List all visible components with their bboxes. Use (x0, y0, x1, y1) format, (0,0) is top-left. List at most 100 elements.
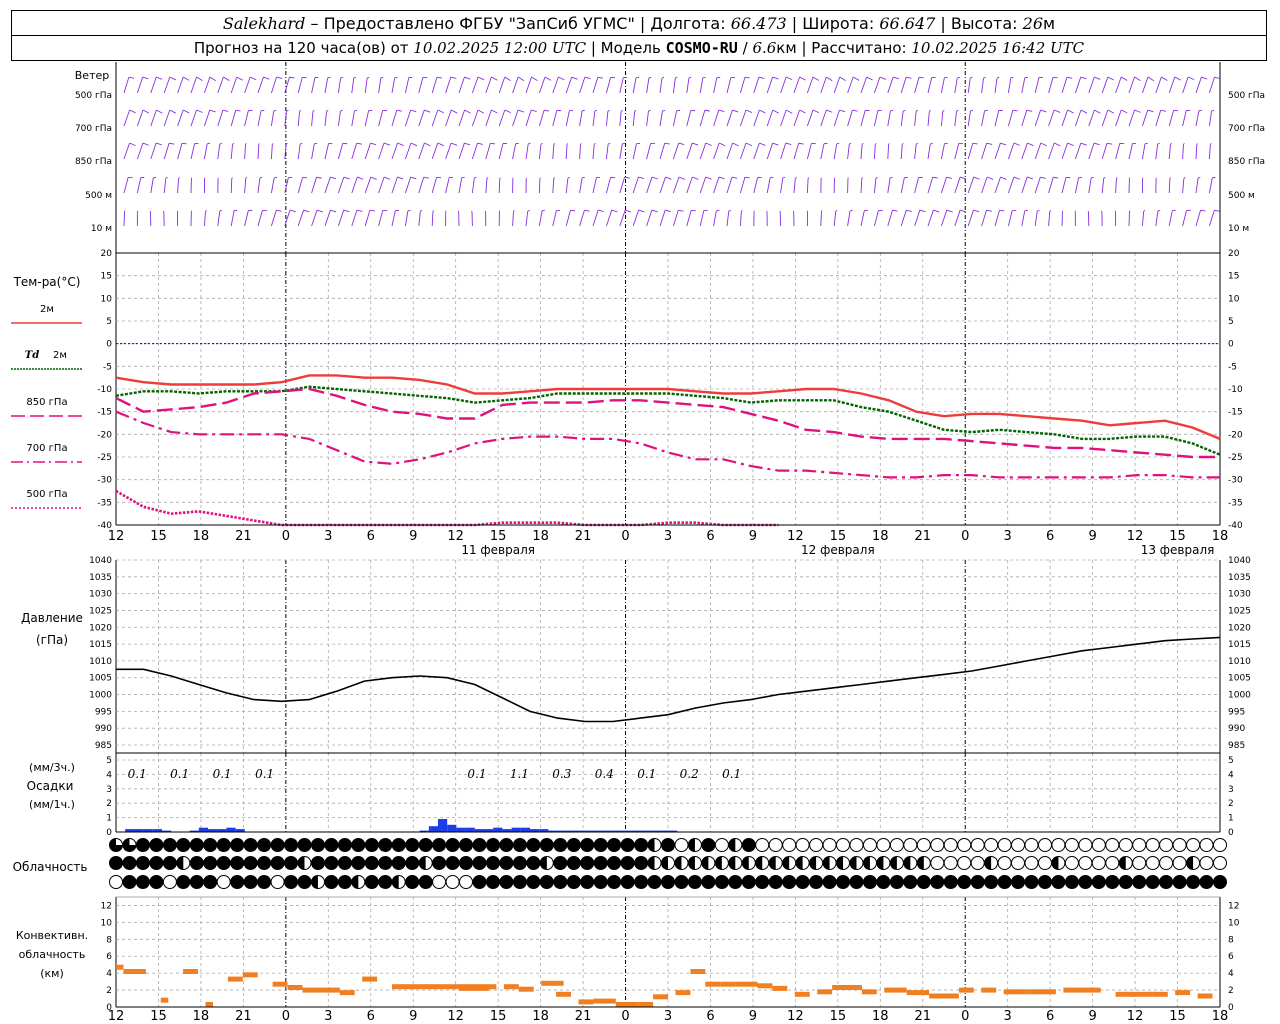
wind-barb (270, 177, 275, 194)
wind-barb-feather (1169, 177, 1171, 179)
cloud-symbol (1199, 838, 1214, 852)
temp-tick-right: 10 (1228, 294, 1240, 304)
wind-barb (686, 110, 692, 127)
cloud-symbol (499, 856, 514, 870)
pressure-tick-left: 1020 (89, 623, 112, 633)
hour-label: 6 (367, 529, 375, 544)
cloud-half-fill (742, 856, 749, 870)
wind-barb (1115, 143, 1121, 160)
cloud-symbol (297, 838, 312, 852)
wind-barb (914, 177, 920, 194)
cloud-symbol (270, 838, 285, 852)
wind-barb-feather (1049, 210, 1052, 212)
wind-barb-feather (1026, 109, 1033, 112)
wind-barb (1088, 142, 1095, 160)
wind-barb-feather (553, 143, 556, 145)
wind-barb (337, 176, 345, 194)
wind-barb-feather (731, 176, 738, 179)
wind-barb-feather (196, 76, 203, 82)
wind-barb (806, 143, 812, 160)
day-label: 13 февраля (1141, 543, 1215, 557)
wind-barb (1101, 178, 1105, 194)
wind-barb (605, 209, 613, 227)
cloud-symbol (472, 875, 487, 889)
cloud-symbol (553, 875, 568, 889)
wind-barb (150, 76, 157, 94)
wind-barb (927, 143, 931, 160)
wind-barb-feather (1157, 209, 1161, 212)
precip-3h-total: 0.3 (552, 767, 571, 781)
wind-barb-feather (327, 76, 331, 79)
precip-tick-right: 4 (1228, 770, 1234, 780)
wind-barb (659, 209, 666, 227)
wind-barb-feather (1134, 109, 1141, 113)
wind-barb (364, 210, 371, 227)
wind-barb (780, 76, 787, 94)
wind-barb (123, 109, 131, 127)
wind-barb (1182, 110, 1187, 127)
hour-label: 18 (1212, 529, 1229, 544)
wind-barb-feather (1040, 109, 1047, 113)
cloud-symbol (903, 838, 918, 852)
wind-barb-feather (1053, 109, 1061, 113)
wind-barb (445, 109, 452, 127)
conv-cloud-segment (772, 985, 788, 991)
wind-barb-feather (1201, 76, 1208, 80)
wind-barb-feather (517, 76, 525, 82)
wind-barb (391, 210, 396, 227)
cloud-symbol (1091, 856, 1106, 870)
cloud-symbol (634, 875, 649, 889)
cloud-symbol (1091, 838, 1106, 852)
cloud-half-fill (755, 856, 763, 870)
temp-tick-right: 20 (1228, 249, 1240, 259)
wind-barb-feather (662, 109, 666, 112)
temp-tick-left: -5 (103, 362, 112, 372)
wind-barb (123, 142, 130, 160)
wind-barb-feather (798, 142, 804, 145)
wind-barb (713, 109, 720, 127)
cloud-symbol (297, 875, 312, 889)
wind-barb (150, 142, 157, 160)
wind-barb-feather (1040, 142, 1047, 147)
wind-barb (954, 209, 961, 227)
wind-barb (351, 143, 358, 160)
wind-barb (297, 144, 301, 160)
wind-barb (136, 76, 144, 94)
wind-barb (579, 177, 583, 194)
wind-barb (311, 143, 315, 160)
wind-barb-feather (356, 209, 363, 212)
cloud-symbol (1024, 856, 1039, 870)
wind-barb (1034, 210, 1038, 227)
hour-label: 18 (193, 529, 210, 544)
wind-barb (981, 110, 986, 127)
cloud-symbol (135, 838, 150, 852)
wind-barb (873, 110, 879, 127)
wind-barb-feather (996, 76, 1000, 79)
wind-barb (793, 143, 800, 160)
cloud-symbol (795, 875, 810, 889)
cloud-symbol (445, 875, 460, 889)
wind-barb (297, 177, 303, 194)
cloud-symbol (1172, 838, 1187, 852)
wind-barb (552, 110, 558, 127)
cloud-symbol (930, 875, 945, 889)
cloud-symbol (257, 875, 272, 889)
cloud-symbol (526, 875, 541, 889)
wind-barb-feather (343, 209, 350, 213)
wind-barb (1074, 109, 1082, 127)
wind-barb (136, 142, 144, 160)
cloud-symbol (701, 838, 716, 852)
hour-label-bottom: 15 (830, 1009, 847, 1024)
cloud-symbol (189, 875, 204, 889)
wind-barb-feather (196, 109, 203, 113)
cloud-symbol (661, 838, 675, 852)
cloud-symbol (809, 838, 824, 852)
conv-cloud-segment (116, 964, 124, 970)
legend-t850-label: 850 гПа (26, 397, 67, 408)
wind-level-label-right: 10 м (1228, 224, 1249, 234)
wind-barb (726, 109, 733, 127)
wind-barb (1021, 176, 1028, 194)
wind-barb (873, 144, 876, 160)
wind-barb-feather (785, 109, 793, 114)
precip-3h-total: 0.1 (128, 767, 147, 781)
